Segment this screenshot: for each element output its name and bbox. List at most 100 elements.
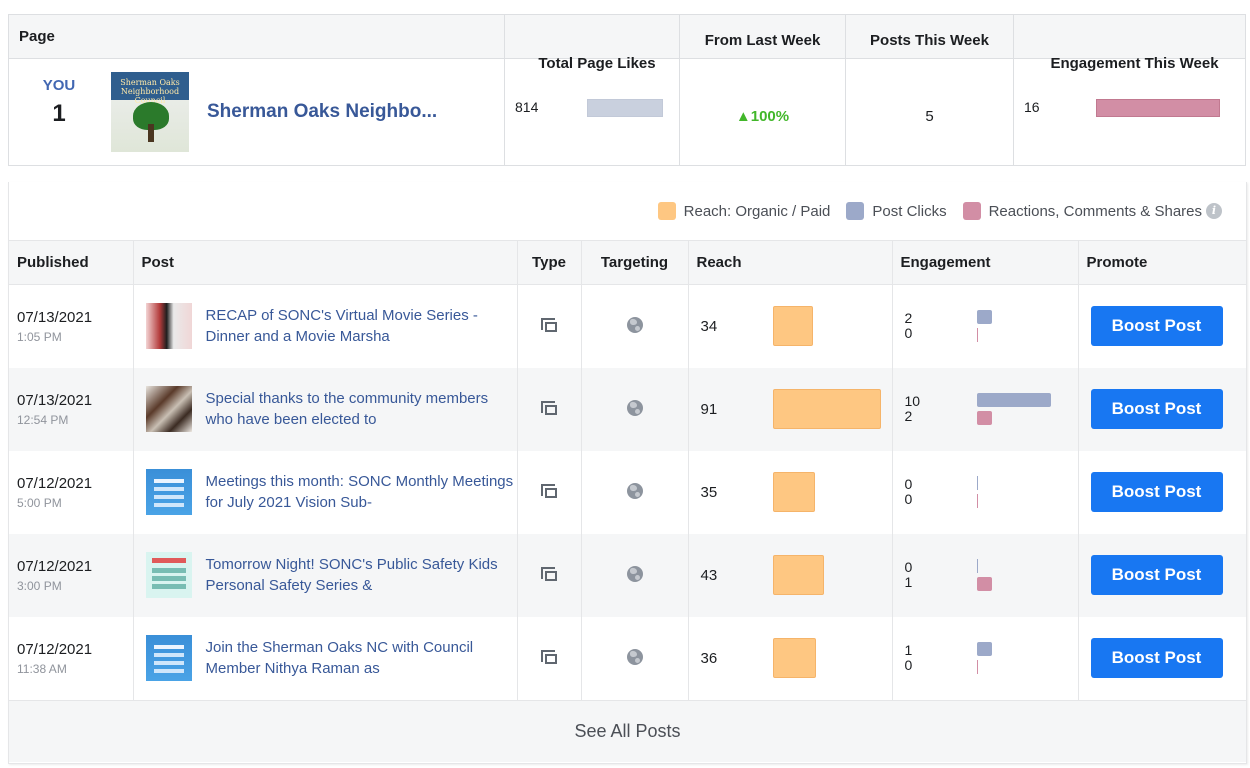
published-cell: 07/12/2021 3:00 PM [9, 533, 134, 617]
post-clicks-bar [976, 559, 978, 573]
globe-icon [626, 565, 643, 582]
header-post: Post [133, 240, 518, 285]
page-summary-table: Page Total Page Likes From Last Week Pos… [8, 14, 1246, 166]
published-time: 12:54 PM [17, 412, 69, 427]
promote-cell: Boost Post [1078, 533, 1246, 617]
post-thumbnail[interactable] [145, 303, 192, 350]
legend-reach-swatch [657, 202, 676, 220]
header-total-page-likes: Total Page Likes [505, 15, 680, 72]
reactions-bar [976, 494, 978, 508]
legend-reach: Reach: Organic / Paid [657, 202, 830, 220]
header-reach[interactable]: Reach [688, 240, 893, 285]
post-link[interactable]: RECAP of SONC's Virtual Movie Series - D… [206, 305, 517, 347]
page-thumbnail[interactable]: Sherman Oaks Neighborhood Council [111, 72, 189, 152]
see-all-posts-link[interactable]: See All Posts [9, 699, 1246, 762]
published-time: 11:38 AM [17, 661, 67, 676]
boost-post-button[interactable]: Boost Post [1090, 638, 1223, 678]
reach-bar [772, 306, 813, 347]
engagement-cell: 2 0 [892, 284, 1079, 368]
info-icon[interactable]: i [1206, 203, 1222, 219]
header-engagement-this-week: Engagement This Week [1050, 55, 1219, 72]
table-row: 07/13/2021 1:05 PM RECAP of SONC's Virtu… [9, 284, 1246, 368]
page-name-link[interactable]: Sherman Oaks Neighbo... [207, 101, 437, 123]
promote-cell: Boost Post [1078, 285, 1246, 368]
post-clicks-value: 10 [904, 393, 921, 409]
reactions-value: 1 [904, 574, 913, 590]
post-link[interactable]: Special thanks to the community members … [206, 388, 517, 430]
targeting-cell [581, 367, 689, 451]
type-cell [517, 367, 582, 451]
reactions-bar [976, 577, 992, 591]
boost-post-button[interactable]: Boost Post [1090, 472, 1223, 512]
boost-post-button[interactable]: Boost Post [1090, 389, 1223, 429]
reach-bar [772, 555, 824, 595]
boost-post-button[interactable]: Boost Post [1090, 306, 1223, 347]
thumbnail-banner: Sherman Oaks Neighborhood Council [120, 78, 180, 105]
engagement-cell: 0 0 [892, 450, 1079, 534]
engagement-this-week-bar [1096, 99, 1220, 117]
you-label: YOU [42, 77, 76, 94]
boost-post-button[interactable]: Boost Post [1090, 555, 1223, 595]
from-last-week-value: ▲100% [680, 59, 846, 165]
header-posts-this-week: Posts This Week [846, 15, 1014, 58]
legend-reactions-label: Reactions, Comments & Shares [988, 202, 1202, 220]
globe-icon [626, 648, 643, 665]
post-type-icon [541, 566, 557, 581]
reach-cell: 34 [688, 284, 893, 368]
header-published[interactable]: Published [9, 240, 134, 285]
type-cell [517, 450, 582, 534]
post-type-icon [541, 317, 557, 332]
post-clicks-bar [976, 393, 1051, 407]
reactions-bar [976, 411, 992, 425]
post-link[interactable]: Meetings this month: SONC Monthly Meetin… [206, 471, 517, 513]
type-cell [517, 533, 582, 617]
summary-page-row: YOU 1 Sherman Oaks Neighborhood Council S… [9, 59, 1245, 165]
post-clicks-value: 2 [904, 310, 913, 327]
post-thumbnail[interactable] [145, 552, 192, 598]
header-targeting: Targeting [581, 240, 689, 285]
post-clicks-bar [976, 642, 992, 656]
post-link[interactable]: Tomorrow Night! SONC's Public Safety Kid… [206, 554, 517, 596]
targeting-cell [581, 284, 689, 368]
reach-bar [772, 472, 815, 512]
reach-cell: 36 [688, 616, 893, 700]
published-cell: 07/12/2021 5:00 PM [9, 450, 134, 534]
post-clicks-value: 0 [904, 559, 913, 575]
published-date: 07/13/2021 [17, 308, 93, 326]
table-row: 07/12/2021 3:00 PM Tomorrow Night! SONC'… [9, 533, 1246, 617]
targeting-cell [581, 616, 689, 700]
table-row: 07/12/2021 11:38 AM Join the Sherman Oak… [9, 616, 1246, 700]
legend-post-clicks-label: Post Clicks [872, 202, 947, 220]
type-cell [517, 284, 582, 368]
header-promote: Promote [1078, 240, 1246, 285]
table-row: 07/12/2021 5:00 PM Meetings this month: … [9, 450, 1246, 534]
engagement-this-week-cell: 16 [1014, 59, 1245, 165]
legend-reactions: Reactions, Comments & Shares i [962, 202, 1222, 220]
engagement-cell: 0 1 [892, 533, 1079, 617]
reach-value: 91 [700, 400, 718, 418]
post-thumbnail[interactable] [145, 635, 192, 681]
total-likes-cell: 814 [505, 59, 680, 165]
reach-cell: 43 [688, 533, 893, 617]
post-type-icon [541, 400, 557, 415]
promote-cell: Boost Post [1078, 367, 1246, 451]
post-thumbnail[interactable] [145, 469, 192, 515]
type-cell [517, 616, 582, 700]
page-cell: YOU 1 Sherman Oaks Neighborhood Council S… [9, 59, 505, 165]
reach-cell: 91 [688, 367, 893, 451]
header-page: Page [9, 15, 505, 58]
targeting-cell [581, 533, 689, 617]
posts-header-row: Published Post Type Targeting Reach Enga… [9, 240, 1246, 285]
rank-number: 1 [52, 100, 66, 127]
published-cell: 07/12/2021 11:38 AM [9, 616, 134, 700]
post-type-icon [541, 649, 557, 664]
legend-post-clicks-swatch [846, 202, 865, 220]
post-cell: RECAP of SONC's Virtual Movie Series - D… [133, 284, 518, 368]
post-link[interactable]: Join the Sherman Oaks NC with Council Me… [206, 637, 517, 679]
reactions-bar [976, 328, 978, 343]
engagement-this-week-value: 16 [1024, 99, 1040, 115]
header-type: Type [517, 240, 582, 285]
header-engagement[interactable]: Engagement [892, 240, 1079, 285]
post-cell: Tomorrow Night! SONC's Public Safety Kid… [133, 533, 518, 617]
post-thumbnail[interactable] [145, 386, 192, 432]
